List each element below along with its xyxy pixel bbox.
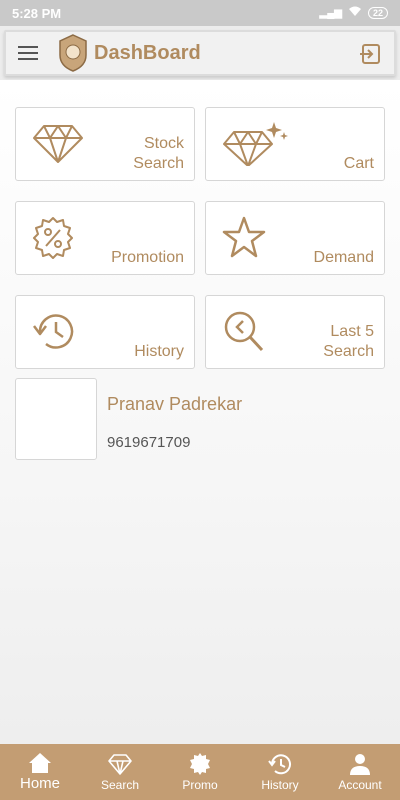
menu-button[interactable]	[6, 31, 50, 75]
badge-icon	[190, 752, 210, 775]
diamond-icon	[33, 125, 83, 163]
app-bar: DashBoard	[4, 30, 396, 76]
search-back-icon	[224, 311, 264, 352]
sparkle-diamond-icon	[223, 122, 288, 166]
brand-logo-icon	[59, 34, 87, 72]
nav-account[interactable]: Account	[320, 744, 400, 800]
tile-label: Promotion	[111, 249, 184, 266]
wifi-icon	[348, 6, 362, 20]
tile-label: Stock Search	[133, 135, 184, 172]
nav-label: History	[261, 777, 299, 792]
avatar[interactable]	[15, 378, 97, 460]
page-title: DashBoard	[94, 41, 201, 64]
tile-stock-search[interactable]: Stock Search	[15, 107, 195, 181]
tile-promotion[interactable]: Promotion	[15, 201, 195, 275]
diamond-icon	[108, 753, 132, 775]
nav-promo[interactable]: Promo	[160, 744, 240, 800]
profile-phone: 9619671709	[107, 434, 191, 451]
hamburger-icon	[18, 46, 38, 60]
nav-search[interactable]: Search	[80, 744, 160, 800]
tile-demand[interactable]: Demand	[205, 201, 385, 275]
logout-icon[interactable]	[358, 42, 382, 66]
person-icon	[350, 753, 370, 775]
tile-cart[interactable]: Cart	[205, 107, 385, 181]
battery-icon: 22	[367, 7, 388, 19]
nav-home[interactable]: Home	[0, 744, 80, 800]
tile-last-5-search[interactable]: Last 5 Search	[205, 295, 385, 369]
nav-label: Account	[338, 777, 382, 792]
tile-label: Demand	[313, 249, 374, 266]
star-icon	[222, 216, 266, 258]
status-bar: 5:28 PM ▂▄▆ 22	[0, 0, 400, 26]
dashboard-content: Stock Search Cart Promotion Demand Histo…	[0, 80, 400, 744]
profile-name: Pranav Padrekar	[107, 394, 243, 414]
tile-label: History	[134, 343, 184, 360]
nav-label: Promo	[182, 777, 218, 792]
tile-label: Cart	[343, 155, 374, 172]
history-icon	[33, 314, 74, 349]
nav-label: Home	[19, 775, 60, 792]
home-icon	[29, 753, 51, 773]
nav-label: Search	[100, 777, 140, 792]
status-icons: ▂▄▆ 22	[320, 6, 388, 20]
history-icon	[268, 753, 291, 774]
tile-history[interactable]: History	[15, 295, 195, 369]
percent-badge-icon	[33, 217, 73, 259]
nav-history[interactable]: History	[240, 744, 320, 800]
tile-label: Last 5 Search	[323, 323, 374, 360]
bottom-nav: Home Search Promo History Account	[0, 744, 400, 800]
signal-icon: ▂▄▆	[319, 7, 342, 19]
status-time: 5:28 PM	[12, 5, 62, 21]
